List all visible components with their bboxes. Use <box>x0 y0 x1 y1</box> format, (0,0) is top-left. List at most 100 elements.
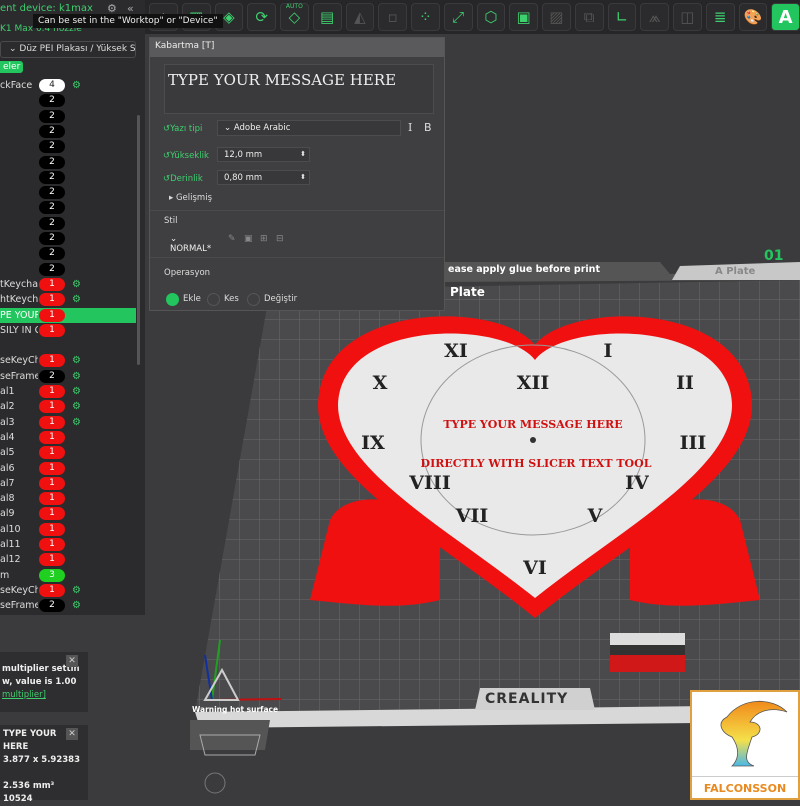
filament-badge[interactable]: 1 <box>39 430 65 444</box>
op-add-radio[interactable] <box>166 293 179 306</box>
object-row[interactable]: 2 <box>0 216 136 231</box>
settings-icon[interactable]: ⚙ <box>72 277 81 292</box>
seam-button[interactable]: ◫ <box>673 3 702 31</box>
settings-icon[interactable]: ⚙ <box>72 369 81 384</box>
filament-badge[interactable]: 1 <box>39 476 65 490</box>
filament-badge[interactable]: 2 <box>39 216 65 230</box>
filament-badge[interactable]: 2 <box>39 94 65 108</box>
filament-badge[interactable]: 1 <box>39 415 65 429</box>
filament-badge[interactable]: 1 <box>39 507 65 521</box>
object-row[interactable]: seKeyCha1 ⚙ <box>0 583 136 598</box>
object-row[interactable]: al10 1 <box>0 522 136 537</box>
rotate-button[interactable]: ⟳ <box>247 3 276 31</box>
filament-badge[interactable]: 2 <box>39 155 65 169</box>
scale-button[interactable]: ⤢ <box>443 3 473 31</box>
objects-tab[interactable]: eler <box>0 61 24 73</box>
filament-badge[interactable]: 2 <box>39 124 65 138</box>
close-icon[interactable]: ✕ <box>66 728 78 740</box>
measure-button[interactable]: ∟ <box>607 3 637 31</box>
object-row[interactable]: 2 <box>0 246 136 261</box>
filament-badge[interactable]: 1 <box>39 538 65 551</box>
settings-icon[interactable]: ⚙ <box>72 384 81 399</box>
object-row[interactable]: 2 <box>0 109 136 124</box>
filament-badge[interactable]: 4 <box>39 79 65 92</box>
style-select[interactable]: ⌄ NORMAL* <box>164 232 224 254</box>
height-input[interactable]: 12,0 mm ⬍ <box>217 147 310 162</box>
remove-style-icon[interactable]: ⊟ <box>276 234 284 244</box>
object-row[interactable]: seFrame 2 ⚙ <box>0 598 136 613</box>
depth-input[interactable]: 0,80 mm ⬍ <box>217 170 310 185</box>
cube-button[interactable]: ⬡ <box>476 3 506 31</box>
save-style-icon[interactable]: ▣ <box>244 234 253 244</box>
object-row[interactable]: al6 1 <box>0 461 136 476</box>
filament-badge[interactable]: 1 <box>39 293 65 307</box>
emboss-text-input[interactable]: TYPE YOUR MESSAGE HERE <box>164 64 434 114</box>
filament-badge[interactable]: 1 <box>39 553 65 567</box>
edit-style-icon[interactable]: ✎ <box>228 234 236 244</box>
object-row[interactable]: SILY IN CF1 <box>0 323 136 338</box>
filament-badge[interactable]: 2 <box>39 247 65 261</box>
plate-type-select[interactable]: ⌄ Düz PEI Plakası / Yüksek S <box>0 41 136 58</box>
object-row[interactable]: m3 <box>0 568 136 583</box>
filament-badge[interactable]: 1 <box>39 385 65 398</box>
object-row[interactable]: 2 <box>0 262 136 277</box>
object-row[interactable]: 2 <box>0 170 136 185</box>
auto-orient-button[interactable]: AUTO ◇ <box>280 3 309 31</box>
object-row[interactable]: tKeychain1 ⚙ <box>0 277 136 292</box>
object-row[interactable]: 2 <box>0 200 136 215</box>
filament-badge[interactable]: 1 <box>39 277 65 291</box>
object-row[interactable]: al9 1 <box>0 506 136 521</box>
list-scrollbar[interactable] <box>137 115 140 365</box>
object-row[interactable] <box>0 338 136 353</box>
edit-icon[interactable] <box>204 772 226 794</box>
object-row[interactable]: al3 1 ⚙ <box>0 415 136 430</box>
settings-icon[interactable]: ⚙ <box>72 292 81 307</box>
filament-badge[interactable]: 1 <box>39 492 65 506</box>
object-row[interactable]: al5 1 <box>0 445 136 460</box>
object-row[interactable]: htKeycha1 ⚙ <box>0 292 136 307</box>
filament-badge[interactable]: 2 <box>39 369 65 383</box>
op-replace-radio[interactable] <box>247 293 260 306</box>
settings-icon[interactable]: ⚙ <box>72 598 81 613</box>
settings-icon[interactable]: ⚙ <box>72 415 81 430</box>
object-row[interactable]: seKeyCha1 ⚙ <box>0 353 136 368</box>
plate-tab[interactable]: A Plate <box>715 266 755 277</box>
italic-button[interactable]: I <box>408 121 412 134</box>
filament-badge[interactable]: 1 <box>39 446 65 460</box>
object-row[interactable]: al11 1 <box>0 537 136 552</box>
object-row[interactable]: 2 <box>0 185 136 200</box>
object-row[interactable]: al7 1 <box>0 476 136 491</box>
filament-badge[interactable]: 2 <box>39 262 65 276</box>
filament-badge[interactable]: 2 <box>39 109 65 123</box>
filament-badge[interactable]: 1 <box>39 354 65 368</box>
object-row[interactable]: al4 1 <box>0 430 136 445</box>
filament-badge[interactable]: 2 <box>39 140 65 154</box>
close-icon[interactable]: ✕ <box>66 655 78 667</box>
advanced-toggle[interactable]: ▸ Gelişmiş <box>169 193 212 203</box>
filament-badge[interactable]: 2 <box>39 232 65 245</box>
object-row[interactable]: ckFace 4 ⚙ <box>0 78 136 93</box>
filament-badge[interactable]: 1 <box>39 400 65 414</box>
lay-on-face-button[interactable]: ◭ <box>345 3 375 31</box>
filament-badge[interactable]: 1 <box>39 583 65 597</box>
object-row[interactable]: 2 <box>0 124 136 139</box>
layout-button[interactable]: ▤ <box>312 3 342 31</box>
filament-badge[interactable]: 2 <box>39 170 65 184</box>
object-row[interactable]: 2 <box>0 155 136 170</box>
text-button[interactable]: A <box>771 3 800 31</box>
cut-button[interactable]: ▨ <box>542 3 571 31</box>
filament-badge[interactable]: 1 <box>39 323 65 337</box>
op-cut-radio[interactable] <box>207 293 220 306</box>
object-row[interactable]: al1 1 ⚙ <box>0 384 136 399</box>
notice-link[interactable]: multiplier] <box>2 689 88 702</box>
filament-badge[interactable]: 1 <box>39 522 65 536</box>
paint-support-button[interactable]: ⩕ <box>640 3 669 31</box>
box-button[interactable]: ▣ <box>509 3 538 31</box>
filament-badge[interactable]: 2 <box>39 599 65 613</box>
boolean-button[interactable]: ⧉ <box>574 3 604 31</box>
object-row[interactable]: PE YOUR I1 <box>0 307 136 323</box>
font-select[interactable]: ⌄ Adobe Arabic <box>217 120 401 136</box>
object-row[interactable]: al8 1 <box>0 491 136 506</box>
settings-icon[interactable]: ⚙ <box>72 583 81 598</box>
filament-badge[interactable]: 3 <box>39 568 65 582</box>
